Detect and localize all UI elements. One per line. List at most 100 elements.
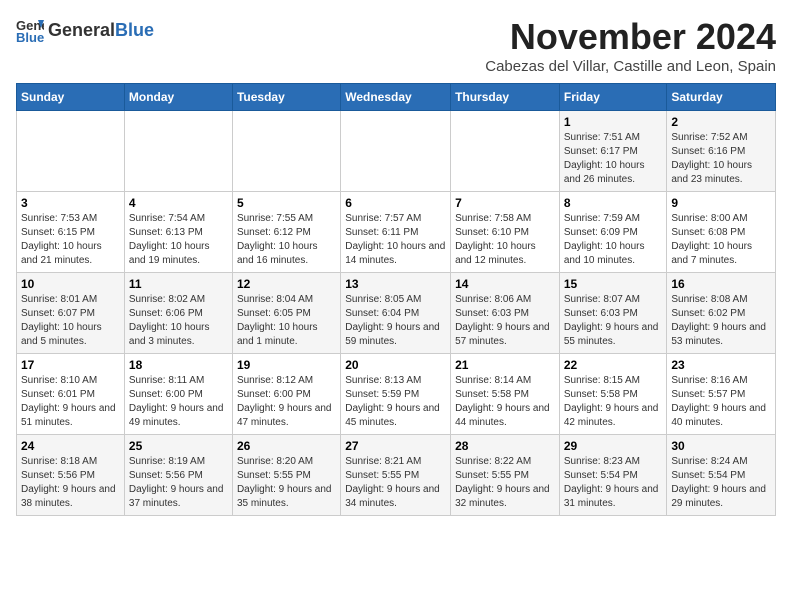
day-number: 7 [455, 196, 555, 210]
calendar-cell: 26Sunrise: 8:20 AM Sunset: 5:55 PM Dayli… [232, 435, 340, 516]
calendar-cell: 24 Sunrise: 8:18 AM Sunset: 5:56 PM Dayli… [17, 435, 125, 516]
col-wednesday: Wednesday [341, 84, 451, 111]
day-number: 13 [345, 277, 446, 291]
calendar-table: Sunday Monday Tuesday Wednesday Thursday… [16, 83, 776, 516]
col-monday: Monday [124, 84, 232, 111]
day-info: Sunrise: 7:58 AM Sunset: 6:10 PM Dayligh… [455, 212, 555, 268]
day-number: 8 [564, 196, 663, 210]
day-number: 30 [671, 439, 771, 453]
day-info: Sunrise: 8:21 AM Sunset: 5:55 PM Dayligh… [345, 455, 446, 511]
day-info: Sunrise: 7:53 AM Sunset: 6:15 PM Dayligh… [21, 212, 120, 268]
logo-general-text: General [48, 20, 115, 41]
day-number: 18 [129, 358, 228, 372]
day-number: 2 [671, 115, 771, 129]
calendar-cell [232, 111, 340, 192]
calendar-cell: 13Sunrise: 8:05 AM Sunset: 6:04 PM Dayli… [341, 273, 451, 354]
day-info: Sunrise: 8:23 AM Sunset: 5:54 PM Dayligh… [564, 455, 663, 511]
calendar-cell: 1Sunrise: 7:51 AM Sunset: 6:17 PM Daylig… [559, 111, 667, 192]
calendar-cell: 28Sunrise: 8:22 AM Sunset: 5:55 PM Dayli… [451, 435, 560, 516]
day-info: Sunrise: 8:13 AM Sunset: 5:59 PM Dayligh… [345, 374, 446, 430]
day-info: Sunrise: 8:04 AM Sunset: 6:05 PM Dayligh… [237, 293, 336, 349]
calendar-header: Sunday Monday Tuesday Wednesday Thursday… [17, 84, 776, 111]
day-number: 6 [345, 196, 446, 210]
day-info: Sunrise: 8:22 AM Sunset: 5:55 PM Dayligh… [455, 455, 555, 511]
day-info: Sunrise: 8:12 AM Sunset: 6:00 PM Dayligh… [237, 374, 336, 430]
day-info: Sunrise: 8:14 AM Sunset: 5:58 PM Dayligh… [455, 374, 555, 430]
day-number: 23 [671, 358, 771, 372]
calendar-cell: 21Sunrise: 8:14 AM Sunset: 5:58 PM Dayli… [451, 354, 560, 435]
day-number: 20 [345, 358, 446, 372]
day-number: 15 [564, 277, 663, 291]
page-header: General Blue GeneralBlue November 2024 C… [16, 16, 776, 75]
day-info: Sunrise: 8:01 AM Sunset: 6:07 PM Dayligh… [21, 293, 120, 349]
day-number: 10 [21, 277, 120, 291]
logo-blue-text: Blue [115, 20, 154, 41]
day-number: 17 [21, 358, 120, 372]
day-number: 9 [671, 196, 771, 210]
svg-text:Blue: Blue [16, 30, 44, 44]
day-number: 24 [21, 439, 120, 453]
day-info: Sunrise: 8:16 AM Sunset: 5:57 PM Dayligh… [671, 374, 771, 430]
calendar-cell: 17 Sunrise: 8:10 AM Sunset: 6:01 PM Dayli… [17, 354, 125, 435]
day-info: Sunrise: 7:52 AM Sunset: 6:16 PM Dayligh… [671, 131, 771, 187]
calendar-cell: 23 Sunrise: 8:16 AM Sunset: 5:57 PM Dayli… [667, 354, 776, 435]
calendar-body: 1Sunrise: 7:51 AM Sunset: 6:17 PM Daylig… [17, 111, 776, 516]
calendar-cell: 5 Sunrise: 7:55 AM Sunset: 6:12 PM Daylig… [232, 192, 340, 273]
day-number: 1 [564, 115, 663, 129]
col-saturday: Saturday [667, 84, 776, 111]
calendar-cell: 20 Sunrise: 8:13 AM Sunset: 5:59 PM Dayli… [341, 354, 451, 435]
day-info: Sunrise: 8:02 AM Sunset: 6:06 PM Dayligh… [129, 293, 228, 349]
day-number: 19 [237, 358, 336, 372]
calendar-cell: 14 Sunrise: 8:06 AM Sunset: 6:03 PM Dayli… [451, 273, 560, 354]
calendar-cell [17, 111, 125, 192]
col-tuesday: Tuesday [232, 84, 340, 111]
day-number: 12 [237, 277, 336, 291]
calendar-week-4: 17 Sunrise: 8:10 AM Sunset: 6:01 PM Dayli… [17, 354, 776, 435]
day-info: Sunrise: 8:24 AM Sunset: 5:54 PM Dayligh… [671, 455, 771, 511]
calendar-cell: 3 Sunrise: 7:53 AM Sunset: 6:15 PM Daylig… [17, 192, 125, 273]
day-info: Sunrise: 7:57 AM Sunset: 6:11 PM Dayligh… [345, 212, 446, 268]
calendar-cell: 8Sunrise: 7:59 AM Sunset: 6:09 PM Daylig… [559, 192, 667, 273]
logo: General Blue GeneralBlue [16, 16, 154, 44]
day-number: 16 [671, 277, 771, 291]
day-info: Sunrise: 8:00 AM Sunset: 6:08 PM Dayligh… [671, 212, 771, 268]
day-number: 14 [455, 277, 555, 291]
day-number: 3 [21, 196, 120, 210]
calendar-cell [341, 111, 451, 192]
calendar-cell: 2 Sunrise: 7:52 AM Sunset: 6:16 PM Daylig… [667, 111, 776, 192]
day-info: Sunrise: 8:06 AM Sunset: 6:03 PM Dayligh… [455, 293, 555, 349]
day-info: Sunrise: 8:07 AM Sunset: 6:03 PM Dayligh… [564, 293, 663, 349]
calendar-week-5: 24 Sunrise: 8:18 AM Sunset: 5:56 PM Dayli… [17, 435, 776, 516]
day-number: 27 [345, 439, 446, 453]
day-info: Sunrise: 8:15 AM Sunset: 5:58 PM Dayligh… [564, 374, 663, 430]
day-info: Sunrise: 8:11 AM Sunset: 6:00 PM Dayligh… [129, 374, 228, 430]
day-number: 29 [564, 439, 663, 453]
calendar-cell: 15 Sunrise: 8:07 AM Sunset: 6:03 PM Dayli… [559, 273, 667, 354]
calendar-cell: 10 Sunrise: 8:01 AM Sunset: 6:07 PM Dayli… [17, 273, 125, 354]
calendar-cell: 25Sunrise: 8:19 AM Sunset: 5:56 PM Dayli… [124, 435, 232, 516]
day-info: Sunrise: 8:18 AM Sunset: 5:56 PM Dayligh… [21, 455, 120, 511]
day-info: Sunrise: 8:08 AM Sunset: 6:02 PM Dayligh… [671, 293, 771, 349]
title-area: November 2024 Cabezas del Villar, Castil… [485, 16, 776, 75]
calendar-cell: 9 Sunrise: 8:00 AM Sunset: 6:08 PM Daylig… [667, 192, 776, 273]
calendar-cell: 29 Sunrise: 8:23 AM Sunset: 5:54 PM Dayli… [559, 435, 667, 516]
calendar-cell [451, 111, 560, 192]
calendar-cell: 22 Sunrise: 8:15 AM Sunset: 5:58 PM Dayli… [559, 354, 667, 435]
day-info: Sunrise: 8:10 AM Sunset: 6:01 PM Dayligh… [21, 374, 120, 430]
calendar-week-3: 10 Sunrise: 8:01 AM Sunset: 6:07 PM Dayli… [17, 273, 776, 354]
day-info: Sunrise: 7:55 AM Sunset: 6:12 PM Dayligh… [237, 212, 336, 268]
day-number: 22 [564, 358, 663, 372]
page-title: November 2024 [485, 16, 776, 58]
page-subtitle: Cabezas del Villar, Castille and Leon, S… [485, 58, 776, 75]
calendar-week-1: 1Sunrise: 7:51 AM Sunset: 6:17 PM Daylig… [17, 111, 776, 192]
calendar-cell: 4Sunrise: 7:54 AM Sunset: 6:13 PM Daylig… [124, 192, 232, 273]
day-number: 26 [237, 439, 336, 453]
calendar-cell: 16 Sunrise: 8:08 AM Sunset: 6:02 PM Dayli… [667, 273, 776, 354]
day-info: Sunrise: 7:54 AM Sunset: 6:13 PM Dayligh… [129, 212, 228, 268]
day-number: 5 [237, 196, 336, 210]
calendar-cell: 18 Sunrise: 8:11 AM Sunset: 6:00 PM Dayli… [124, 354, 232, 435]
col-sunday: Sunday [17, 84, 125, 111]
calendar-cell: 11Sunrise: 8:02 AM Sunset: 6:06 PM Dayli… [124, 273, 232, 354]
calendar-cell: 7 Sunrise: 7:58 AM Sunset: 6:10 PM Daylig… [451, 192, 560, 273]
calendar-cell: 27 Sunrise: 8:21 AM Sunset: 5:55 PM Dayli… [341, 435, 451, 516]
